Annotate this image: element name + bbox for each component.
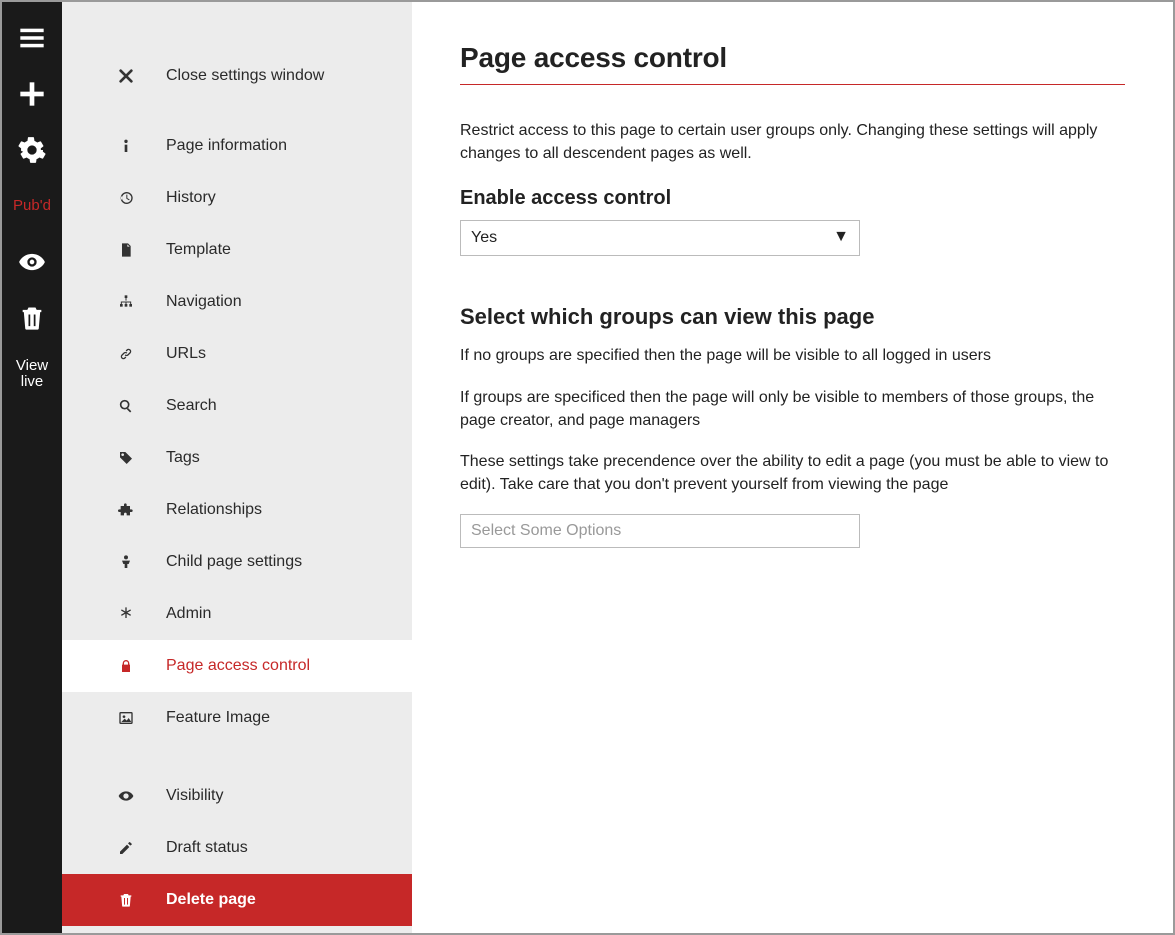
groups-help-text-1: If no groups are specified then the page…: [460, 344, 1125, 367]
pencil-icon: [118, 840, 166, 856]
document-icon: [118, 242, 166, 258]
sitemap-icon: [118, 294, 166, 310]
sidebar-item-relationships[interactable]: Relationships: [62, 484, 412, 536]
close-settings-button[interactable]: Close settings window: [62, 50, 412, 102]
trash-icon: [118, 892, 166, 908]
puzzle-icon: [118, 502, 166, 518]
link-icon: [118, 346, 166, 362]
settings-nav-label: Search: [166, 397, 217, 415]
groups-help-text-2: If groups are specificed then the page w…: [460, 386, 1125, 432]
main-content: Page access control Restrict access to t…: [412, 2, 1173, 933]
sidebar-item-history[interactable]: History: [62, 172, 412, 224]
sidebar-item-child-page-settings[interactable]: Child page settings: [62, 536, 412, 588]
settings-nav-label: Page access control: [166, 657, 310, 675]
close-icon: [118, 68, 166, 84]
multiselect-placeholder: Select Some Options: [471, 522, 621, 540]
settings-nav-label: Template: [166, 241, 231, 259]
page-title: Page access control: [460, 42, 1125, 74]
sidebar-item-search[interactable]: Search: [62, 380, 412, 432]
groups-help-text-3: These settings take precendence over the…: [460, 450, 1125, 496]
sidebar-item-template[interactable]: Template: [62, 224, 412, 276]
lock-icon: [118, 658, 166, 674]
sidebar-item-admin[interactable]: Admin: [62, 588, 412, 640]
trash-icon[interactable]: [2, 290, 62, 346]
enable-access-control-select[interactable]: Yes ▼: [460, 220, 860, 256]
select-value: Yes: [471, 229, 497, 247]
add-icon[interactable]: [2, 66, 62, 122]
left-rail: Pub'd View live: [2, 2, 62, 933]
sidebar-item-tags[interactable]: Tags: [62, 432, 412, 484]
settings-nav-label: URLs: [166, 345, 206, 363]
sidebar-item-navigation[interactable]: Navigation: [62, 276, 412, 328]
history-icon: [118, 190, 166, 206]
settings-nav-label: Navigation: [166, 293, 242, 311]
settings-nav-label: History: [166, 189, 216, 207]
settings-nav-label: Relationships: [166, 501, 262, 519]
groups-multiselect[interactable]: Select Some Options: [460, 514, 860, 548]
published-status-label[interactable]: Pub'd: [2, 178, 62, 234]
eye-icon: [118, 788, 166, 804]
sidebar-item-urls[interactable]: URLs: [62, 328, 412, 380]
image-icon: [118, 710, 166, 726]
search-icon: [118, 398, 166, 414]
delete-page-button[interactable]: Delete page: [62, 874, 412, 926]
hamburger-menu-icon[interactable]: [2, 10, 62, 66]
info-icon: [118, 138, 166, 154]
sidebar-item-feature-image[interactable]: Feature Image: [62, 692, 412, 744]
sidebar-item-page-access-control[interactable]: Page access control: [62, 640, 412, 692]
settings-nav-label: Child page settings: [166, 553, 302, 571]
view-live-button[interactable]: View live: [2, 346, 62, 402]
settings-nav-label: Draft status: [166, 839, 248, 857]
settings-nav-label: Page information: [166, 137, 287, 155]
asterisk-icon: [118, 606, 166, 622]
settings-nav-label: Visibility: [166, 787, 224, 805]
intro-text: Restrict access to this page to certain …: [460, 119, 1125, 165]
eye-icon[interactable]: [2, 234, 62, 290]
title-divider: [460, 84, 1125, 85]
settings-sidebar: Close settings window Page information H…: [62, 2, 412, 933]
settings-nav-label: Close settings window: [166, 67, 324, 85]
settings-nav-label: Admin: [166, 605, 211, 623]
tag-icon: [118, 450, 166, 466]
gear-icon[interactable]: [2, 122, 62, 178]
settings-nav-label: Tags: [166, 449, 200, 467]
child-icon: [118, 554, 166, 570]
chevron-down-icon: ▼: [833, 228, 849, 246]
sidebar-item-draft-status[interactable]: Draft status: [62, 822, 412, 874]
settings-nav-label: Delete page: [166, 891, 256, 909]
sidebar-item-page-information[interactable]: Page information: [62, 120, 412, 172]
settings-nav-label: Feature Image: [166, 709, 270, 727]
enable-access-control-label: Enable access control: [460, 187, 1125, 210]
sidebar-item-visibility[interactable]: Visibility: [62, 770, 412, 822]
groups-section-title: Select which groups can view this page: [460, 304, 1125, 330]
